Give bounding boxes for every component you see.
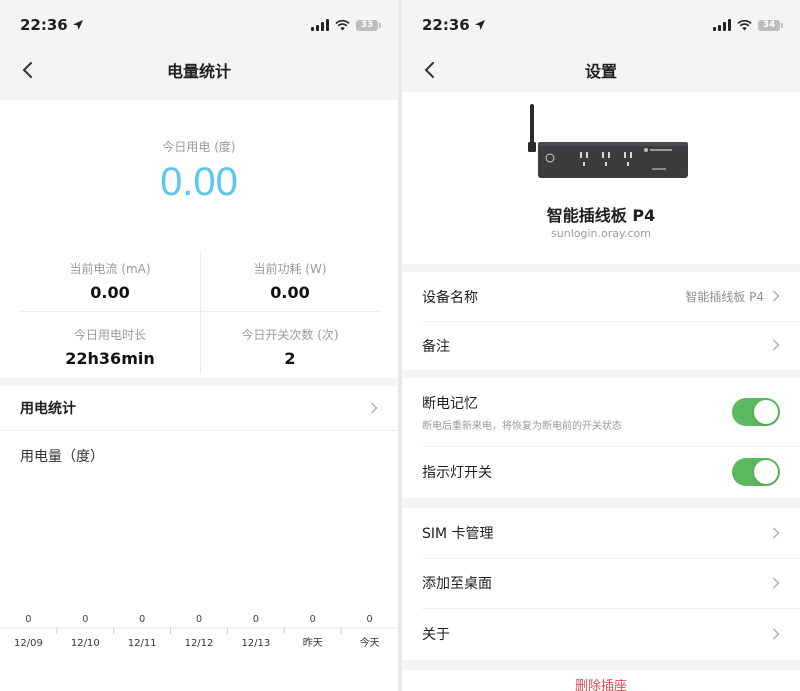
row-label: 指示灯开关 xyxy=(422,465,492,481)
settings-group-more: SIM 卡管理 添加至桌面 关于 xyxy=(402,508,800,660)
row-label: 断电记忆 xyxy=(422,395,478,412)
row-label: 备注 xyxy=(422,338,450,355)
page-title: 电量统计 xyxy=(166,62,231,81)
wifi-icon xyxy=(335,19,350,30)
today-usage-value: 0.00 xyxy=(160,160,238,204)
status-time-text: 22:36 xyxy=(422,16,470,34)
location-arrow-icon xyxy=(474,20,485,30)
settings-group-toggles: 断电记忆 断电后重新来电，将恢复为断电前的开关状态 指示灯开关 xyxy=(402,378,800,498)
chart-category-label: 昨天 xyxy=(303,637,323,649)
row-label: 设备名称 xyxy=(422,289,478,306)
chevron-right-icon xyxy=(772,287,780,306)
power-memory-toggle[interactable] xyxy=(732,398,780,426)
power-summary-card: 今日用电 (度) 0.00 当前电流 (mA) 0.00 当前功耗 (W) 0.… xyxy=(0,100,398,378)
chart-category-label: 12/11 xyxy=(128,638,157,649)
chevron-right-icon xyxy=(772,524,780,543)
stat-current: 当前电流 (mA) 0.00 xyxy=(20,250,200,310)
power-stats-screen: 22:36 33 电量统计 今日用电 (度) 0.00 当前电流 (mA) 0.… xyxy=(0,0,398,691)
status-time-text: 22:36 xyxy=(20,16,68,34)
indicator-light-row: 指示灯开关 xyxy=(402,446,800,498)
status-icons: 34 xyxy=(713,19,783,31)
toggle-knob xyxy=(754,400,778,424)
status-bar: 22:36 34 xyxy=(402,0,800,50)
stat-label: 今日开关次数 (次) xyxy=(241,328,339,342)
chart-y-label: 用电量（度） xyxy=(20,449,104,465)
signal-icon xyxy=(311,19,329,31)
chart-category-label: 今天 xyxy=(360,636,380,649)
usage-stats-title: 用电统计 xyxy=(20,401,76,417)
chart-value-label: 0 xyxy=(196,614,202,625)
chart-category-label: 12/09 xyxy=(14,638,43,649)
battery-icon: 33 xyxy=(356,19,381,31)
stat-value: 22h36min xyxy=(65,349,155,368)
usage-bar-chart: 0 12/09 0 12/10 0 12/11 0 12/12 0 12/13 0 昨天 0 今天 xyxy=(0,614,398,649)
chart-category-label: 12/12 xyxy=(185,638,214,649)
device-card: 智能插线板 P4 sunlogin.oray.com xyxy=(402,92,800,264)
device-name-value: 智能插线板 P4 xyxy=(685,290,764,304)
stat-usage-duration: 今日用电时长 22h36min xyxy=(20,316,200,376)
chart-value-label: 0 xyxy=(310,614,316,625)
status-icons: 33 xyxy=(311,19,381,31)
chevron-right-icon xyxy=(772,574,780,593)
remark-row[interactable]: 备注 xyxy=(402,321,800,370)
settings-screen: 22:36 34 设置 智能插线板 P4 sunlogin.oray.com 设… xyxy=(402,0,800,691)
settings-group-basic: 设备名称 智能插线板 P4 备注 xyxy=(402,272,800,370)
today-usage-label: 今日用电 (度) xyxy=(162,140,236,154)
chart-value-label: 0 xyxy=(26,614,32,625)
chevron-left-icon xyxy=(22,62,32,78)
stat-label: 当前电流 (mA) xyxy=(69,262,151,276)
stat-power: 当前功耗 (W) 0.00 xyxy=(200,250,380,310)
grid-horizontal-divider xyxy=(20,311,380,312)
sim-card-row[interactable]: SIM 卡管理 xyxy=(402,508,800,558)
power-memory-row: 断电记忆 断电后重新来电，将恢复为断电前的开关状态 xyxy=(402,378,800,446)
chart-value-label: 0 xyxy=(83,614,89,625)
row-right: 智能插线板 P4 xyxy=(685,287,780,306)
stat-value: 0.00 xyxy=(270,283,310,302)
delete-device-button[interactable]: 删除插座 xyxy=(402,670,800,691)
status-bar: 22:36 33 xyxy=(0,0,398,50)
chevron-right-icon xyxy=(772,336,780,355)
add-to-desktop-row[interactable]: 添加至桌面 xyxy=(402,558,800,608)
status-time: 22:36 xyxy=(422,16,486,34)
usage-stats-section: 用电统计 用电量（度） 0 12/09 0 12/10 0 12/11 0 12/12 0 12/… xyxy=(0,386,398,691)
row-label: 添加至桌面 xyxy=(422,576,492,592)
chart-category-label: 12/13 xyxy=(241,638,270,649)
row-sublabel: 断电后重新来电，将恢复为断电前的开关状态 xyxy=(422,420,622,432)
chevron-left-icon xyxy=(424,62,434,78)
toggle-knob xyxy=(754,460,778,484)
row-label: 关于 xyxy=(422,627,450,643)
device-name: 智能插线板 P4 xyxy=(546,206,656,225)
back-button[interactable] xyxy=(416,56,444,84)
status-time: 22:36 xyxy=(20,16,84,34)
nav-bar: 电量统计 xyxy=(0,50,398,90)
wifi-icon xyxy=(737,19,752,30)
row-label: SIM 卡管理 xyxy=(422,526,494,542)
device-name-row[interactable]: 设备名称 智能插线板 P4 xyxy=(402,272,800,321)
location-arrow-icon xyxy=(72,20,83,30)
device-url: sunlogin.oray.com xyxy=(551,227,651,240)
stat-switch-count: 今日开关次数 (次) 2 xyxy=(200,316,380,376)
stats-grid: 当前电流 (mA) 0.00 当前功耗 (W) 0.00 今日用电时长 22h3… xyxy=(20,250,380,376)
stat-value: 0.00 xyxy=(90,283,130,302)
chart-value-label: 0 xyxy=(253,614,259,625)
usage-stats-header[interactable]: 用电统计 xyxy=(0,386,398,431)
stat-label: 当前功耗 (W) xyxy=(253,262,327,276)
power-memory-text: 断电记忆 断电后重新来电，将恢复为断电前的开关状态 xyxy=(422,393,622,432)
chart-value-label: 0 xyxy=(139,614,145,625)
chevron-right-icon xyxy=(772,625,780,644)
chart-category-label: 12/10 xyxy=(71,638,100,649)
power-strip-image xyxy=(528,104,688,178)
stat-label: 今日用电时长 xyxy=(73,328,146,342)
back-button[interactable] xyxy=(14,56,42,84)
about-row[interactable]: 关于 xyxy=(402,608,800,660)
chevron-right-icon xyxy=(370,399,378,418)
page-title: 设置 xyxy=(584,62,617,81)
nav-bar: 设置 xyxy=(402,50,800,90)
signal-icon xyxy=(713,19,731,31)
stat-value: 2 xyxy=(284,349,296,368)
battery-icon: 34 xyxy=(758,19,783,31)
chart-value-label: 0 xyxy=(367,614,373,625)
indicator-light-toggle[interactable] xyxy=(732,458,780,486)
